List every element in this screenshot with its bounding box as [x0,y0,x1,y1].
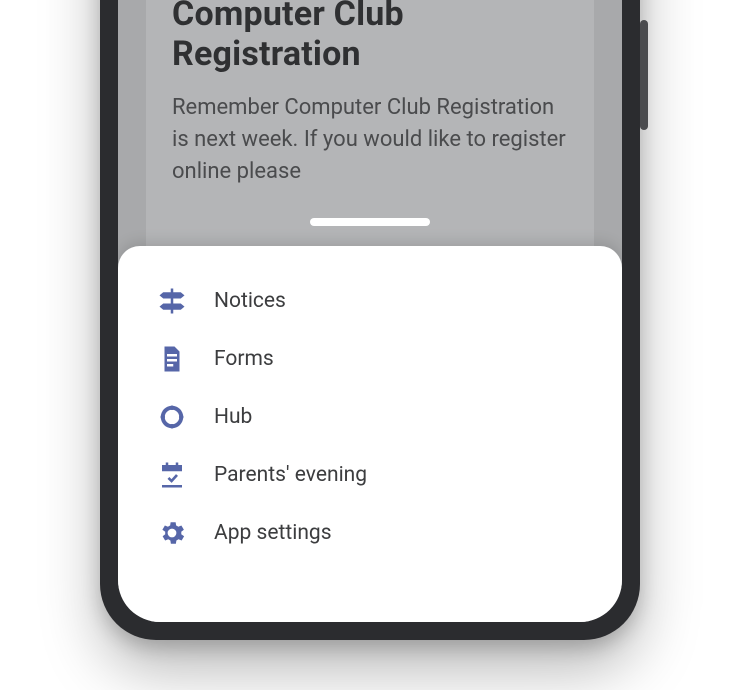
document-icon [156,343,188,375]
menu-item-notices[interactable]: Notices [132,272,608,330]
notice-body: Remember Computer Club Registration is n… [172,92,568,188]
phone-screen: Computer Club Registration Remember Comp… [118,0,622,622]
menu-item-label: Forms [214,347,274,371]
menu-item-label: Parents' evening [214,463,367,487]
menu-list: Notices Forms Hub [132,272,608,562]
menu-item-parents-evening[interactable]: Parents' evening [132,446,608,504]
ring-icon [156,401,188,433]
menu-item-label: Hub [214,405,252,429]
phone-side-button [640,20,648,130]
phone-frame: Computer Club Registration Remember Comp… [100,0,640,640]
home-indicator[interactable] [310,218,430,226]
signpost-icon [156,285,188,317]
notice-title: Computer Club Registration [172,0,568,74]
menu-item-forms[interactable]: Forms [132,330,608,388]
calendar-check-icon [156,459,188,491]
menu-item-app-settings[interactable]: App settings [132,504,608,562]
gear-icon [156,517,188,549]
menu-item-hub[interactable]: Hub [132,388,608,446]
menu-item-label: Notices [214,289,286,313]
menu-item-label: App settings [214,521,332,545]
bottom-sheet: Notices Forms Hub [118,246,622,622]
